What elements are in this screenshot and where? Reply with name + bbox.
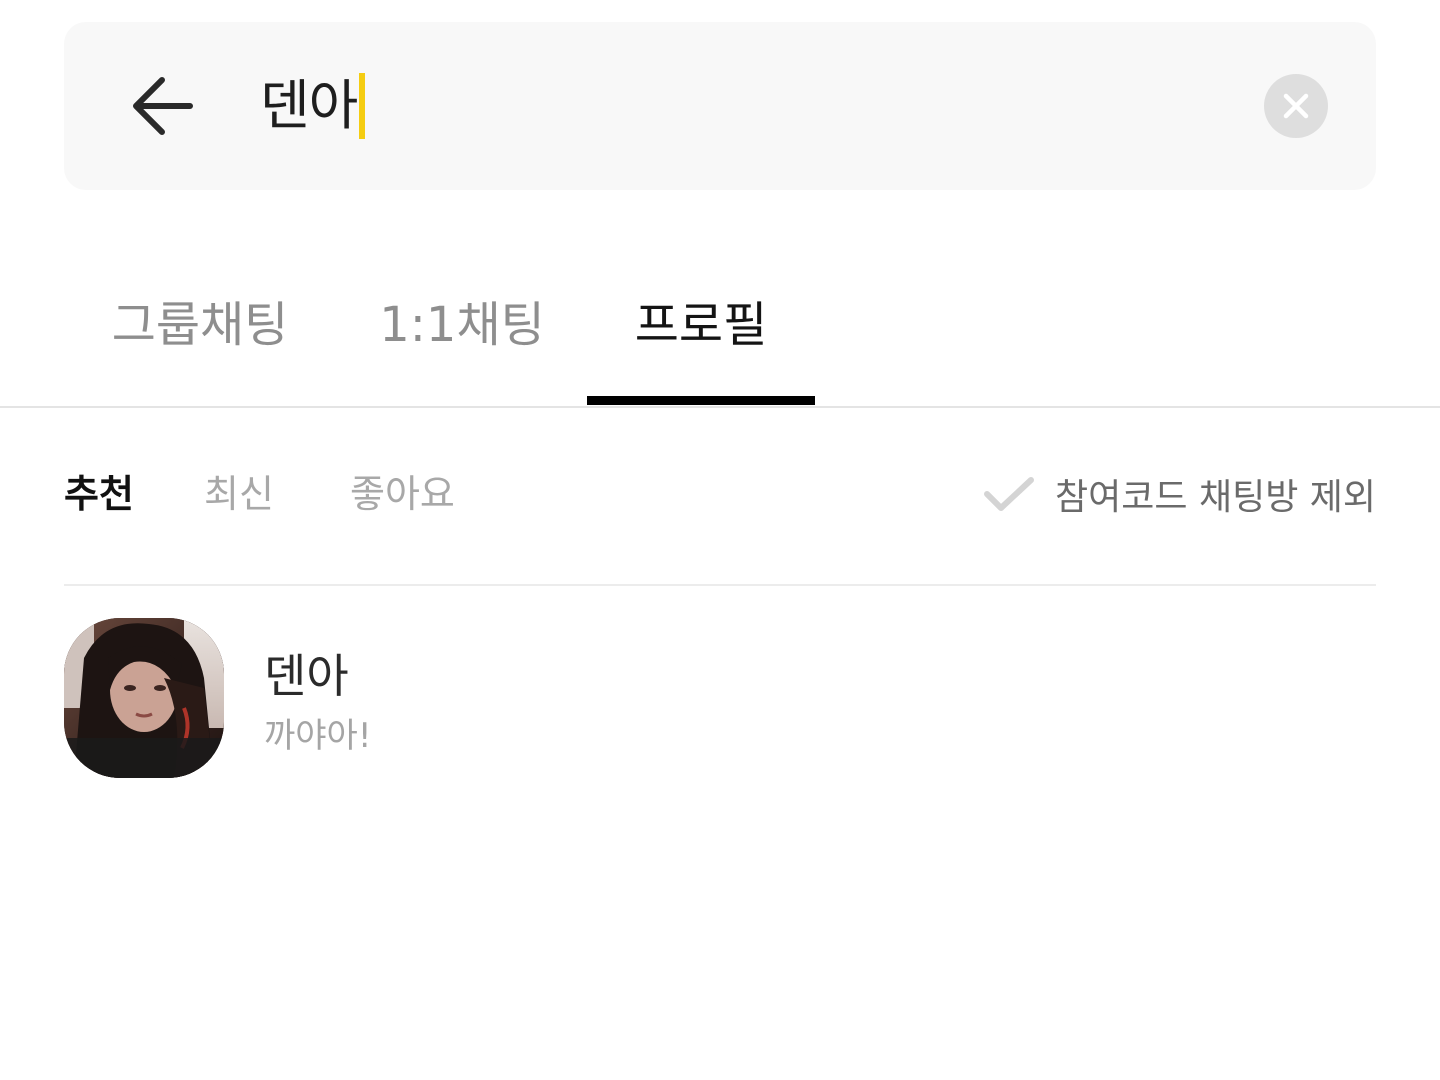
close-icon — [1283, 93, 1309, 119]
tab-group-chat[interactable]: 그룹채팅 — [112, 270, 289, 370]
active-tab-indicator — [587, 396, 815, 405]
search-input[interactable]: 덴아 — [260, 66, 366, 146]
text-caret — [359, 73, 366, 139]
check-icon — [984, 477, 1035, 511]
search-query-text: 덴아 — [260, 74, 358, 137]
arrow-left-icon — [133, 77, 193, 135]
search-tabs: 그룹채팅 1:1채팅 프로필 — [0, 270, 1440, 406]
exclude-code-chat-toggle[interactable]: 참여코드 채팅방 제외 — [983, 462, 1376, 526]
profile-name: 덴아 — [264, 649, 349, 703]
profile-photo-image — [64, 618, 224, 778]
tabs-divider — [0, 406, 1440, 408]
sort-filter-bar: 추천 최신 좋아요 참여코드 채팅방 제외 — [64, 462, 1376, 526]
avatar — [64, 618, 224, 778]
sort-latest[interactable]: 최신 — [204, 462, 274, 526]
sort-likes[interactable]: 좋아요 — [350, 462, 455, 526]
search-page: 덴아 그룹채팅 1:1채팅 프로필 추천 최신 좋아요 참여코드 채팅방 제외 — [0, 0, 1440, 1080]
profile-result-item[interactable]: 덴아 까야아! — [64, 618, 1376, 778]
tab-one-on-one-chat[interactable]: 1:1채팅 — [379, 270, 545, 370]
sort-recommended[interactable]: 추천 — [64, 462, 134, 526]
exclude-code-chat-label: 참여코드 채팅방 제외 — [1055, 477, 1376, 518]
clear-search-button[interactable] — [1264, 74, 1328, 138]
back-button[interactable] — [124, 68, 200, 144]
profile-status-message: 까야아! — [264, 716, 372, 756]
tab-profile[interactable]: 프로필 — [587, 270, 815, 370]
filters-divider — [64, 584, 1376, 586]
search-bar: 덴아 — [64, 22, 1376, 190]
